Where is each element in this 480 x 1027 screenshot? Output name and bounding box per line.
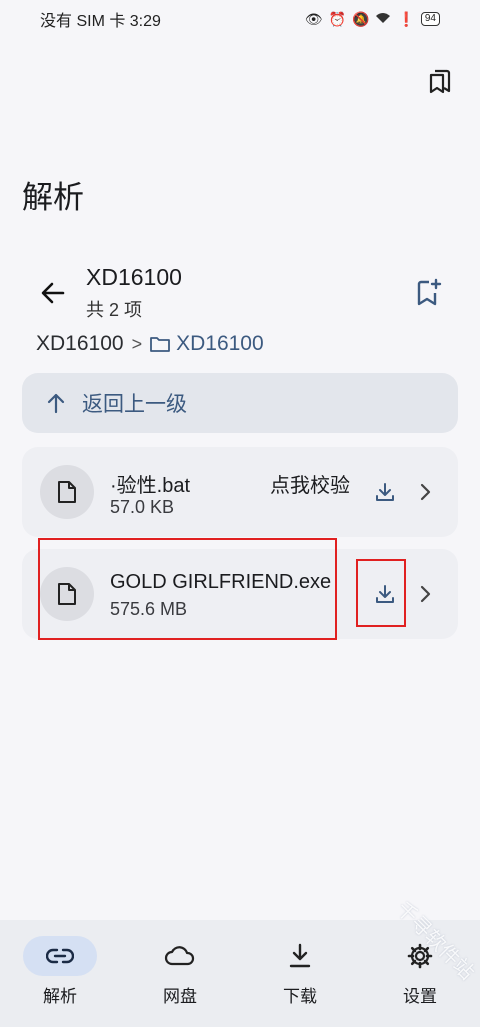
highlight-download-box	[356, 559, 406, 627]
alarm-icon: ⏰	[328, 10, 346, 27]
verify-link[interactable]: 点我校验	[270, 469, 350, 498]
nav-item-download[interactable]: 下载	[250, 936, 350, 1027]
item-count: 共 2 项	[86, 300, 143, 320]
cloud-icon	[164, 946, 195, 966]
page-title: 解析	[22, 180, 84, 215]
nav-pill	[383, 936, 457, 976]
bottom-nav: 解析 网盘 下载 设置	[0, 920, 480, 1027]
arrow-up-icon	[47, 393, 65, 414]
nav-item-settings[interactable]: 设置	[370, 936, 470, 1027]
bookmarks-icon	[429, 69, 451, 94]
download-button[interactable]	[370, 477, 400, 507]
breadcrumb: XD16100 > XD16100	[36, 332, 264, 356]
breadcrumb-separator: >	[131, 333, 143, 354]
mute-icon: 🔕	[352, 10, 370, 27]
file-icon	[40, 465, 94, 519]
battery-icon: 94	[420, 12, 440, 26]
nav-label: 下载	[283, 987, 317, 1006]
go-up-label: 返回上一级	[82, 393, 187, 416]
carrier-time: 没有 SIM 卡 3:29	[40, 13, 161, 30]
nav-label: 解析	[43, 987, 77, 1006]
chevron-right-icon	[420, 483, 431, 501]
breadcrumb-current[interactable]: XD16100	[150, 332, 264, 356]
nav-label: 设置	[403, 987, 437, 1006]
status-icons: 👁 ⏰ 🔕 ❗ 94	[305, 11, 440, 28]
nav-pill	[143, 936, 217, 976]
bookmarks-button[interactable]	[424, 64, 456, 96]
file-row[interactable]: ·验性.bat 57.0 KB 点我校验	[22, 447, 458, 537]
nav-pill	[23, 936, 97, 976]
breadcrumb-current-label: XD16100	[176, 332, 264, 355]
wifi-icon	[375, 11, 391, 28]
alert-icon: ❗	[397, 10, 415, 27]
nav-pill	[263, 936, 337, 976]
nav-item-netdisk[interactable]: 网盘	[130, 936, 230, 1027]
breadcrumb-root[interactable]: XD16100	[36, 332, 124, 356]
open-details-button[interactable]	[414, 477, 436, 507]
add-bookmark-button[interactable]	[412, 276, 444, 308]
link-icon	[46, 948, 74, 964]
highlight-file-box	[38, 538, 337, 640]
nav-label: 网盘	[163, 987, 197, 1006]
status-bar: 没有 SIM 卡 3:29 👁 ⏰ 🔕 ❗ 94	[0, 0, 480, 38]
folder-name: XD16100	[86, 264, 182, 290]
bookmark-add-icon	[417, 278, 442, 306]
gear-icon	[407, 943, 433, 969]
file-size: 57.0 KB	[110, 497, 175, 517]
back-button[interactable]	[36, 276, 70, 310]
eye-icon: 👁	[304, 10, 323, 27]
open-details-button[interactable]	[414, 579, 436, 609]
nav-item-parse[interactable]: 解析	[10, 936, 110, 1027]
download-icon	[289, 943, 311, 968]
arrow-left-icon	[41, 282, 65, 304]
folder-header: XD16100 共 2 项	[0, 262, 480, 322]
folder-icon	[150, 337, 170, 352]
chevron-right-icon	[420, 585, 431, 603]
download-icon	[376, 483, 394, 501]
go-up-button[interactable]: 返回上一级	[22, 373, 458, 433]
